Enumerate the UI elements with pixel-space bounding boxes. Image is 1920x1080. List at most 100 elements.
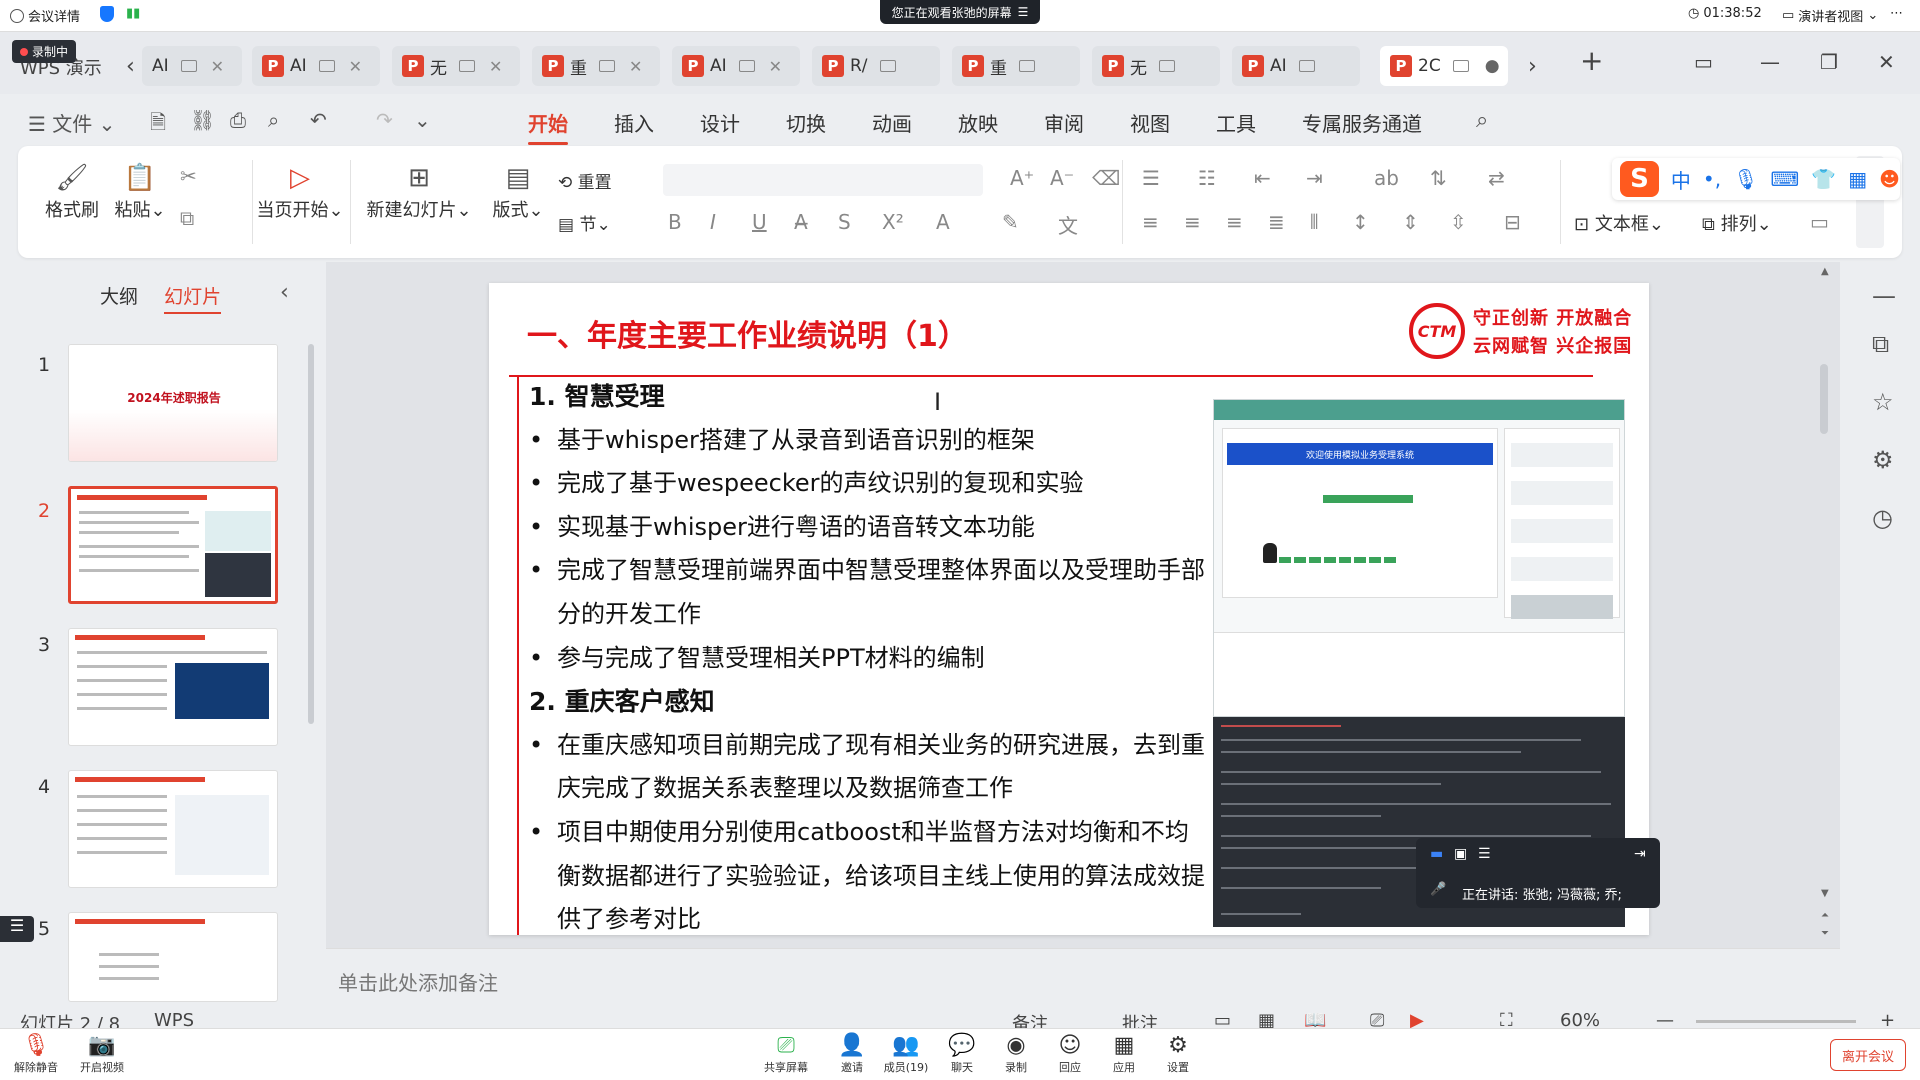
line-spacing-icon[interactable]: ↕ <box>1352 210 1369 234</box>
clear-format-icon[interactable]: ⌫ <box>1092 166 1120 190</box>
zoom-out-icon[interactable]: — <box>1656 1012 1674 1028</box>
previous-slide-icon[interactable]: ⏶ <box>1821 910 1829 921</box>
notes-pane[interactable]: 单击此处添加备注 <box>326 948 1840 1012</box>
doc-tab[interactable]: P AI <box>1232 46 1360 86</box>
unmute-button[interactable]: 🎙 解除静音 <box>6 1033 66 1075</box>
signal-icon[interactable]: ▮▮ <box>126 6 140 21</box>
text-direction-icon[interactable]: ⇳ <box>1450 210 1467 234</box>
copy-icon[interactable]: ⧉ <box>180 206 194 230</box>
more-icon[interactable]: ⋯ <box>1890 6 1903 21</box>
superscript-icon[interactable]: X² <box>882 210 904 234</box>
print-icon[interactable]: ⎙ <box>230 108 246 132</box>
theme-name[interactable]: WPS <box>154 1012 194 1028</box>
list-view-icon[interactable]: ☰ <box>0 916 34 942</box>
scroll-down-icon[interactable]: ▼ <box>1821 888 1829 899</box>
reactions-button[interactable]: ☺ 回应 <box>1040 1033 1100 1075</box>
bullets-icon[interactable]: ☰ <box>1142 166 1160 190</box>
menu-slideshow[interactable]: 放映 <box>958 108 998 137</box>
menu-transitions[interactable]: 切换 <box>786 108 826 137</box>
tab-scroll-left-icon[interactable]: ‹ <box>126 54 135 79</box>
expand-panel-icon[interactable]: ⇥ <box>1634 846 1646 862</box>
chinese-mode-icon[interactable]: 中 <box>1671 165 1691 194</box>
menu-home[interactable]: 开始 <box>528 108 568 145</box>
chat-button[interactable]: 💬 聊天 <box>932 1033 992 1075</box>
paragraph-spacing-icon[interactable]: ⇕ <box>1402 210 1419 234</box>
save-icon[interactable]: 🗎 <box>150 108 166 142</box>
print-preview-icon[interactable]: ⌕ <box>268 108 279 132</box>
menu-design[interactable]: 设计 <box>700 108 740 137</box>
menu-animation[interactable]: 动画 <box>872 108 912 137</box>
minimize-icon[interactable]: — <box>1760 50 1780 74</box>
sharing-banner[interactable]: 您正在观看张弛的屏幕 ☰ <box>880 0 1040 24</box>
scroll-thumb[interactable] <box>1820 364 1828 434</box>
fit-window-icon[interactable]: ⛶ <box>1500 1012 1513 1028</box>
customize-chevron-icon[interactable]: ⌄ <box>414 108 431 132</box>
increase-font-icon[interactable]: A⁺ <box>1010 166 1034 190</box>
close-icon[interactable]: ✕ <box>769 57 782 76</box>
doc-tab[interactable]: P 无 ✕ <box>392 46 520 86</box>
shape-fill-icon[interactable]: ▭ <box>1810 210 1829 234</box>
doc-tab[interactable]: P重 <box>952 46 1080 86</box>
menu-tools[interactable]: 工具 <box>1216 108 1256 137</box>
close-icon[interactable]: ✕ <box>489 57 502 76</box>
zoom-in-icon[interactable]: + <box>1880 1012 1895 1028</box>
slide-thumbnail-3[interactable] <box>68 628 278 746</box>
doc-tab[interactable]: P 重 ✕ <box>532 46 660 86</box>
collapse-panel-icon[interactable]: ‹ <box>280 280 289 305</box>
doc-tab[interactable]: P AI ✕ <box>672 46 800 86</box>
search-icon[interactable]: ⌕ <box>1476 108 1488 133</box>
doc-tab[interactable]: P无 <box>1092 46 1220 86</box>
menu-review[interactable]: 审阅 <box>1044 108 1084 137</box>
zoom-level[interactable]: 60% <box>1560 1012 1600 1028</box>
restore-icon[interactable]: ❐ <box>1820 50 1838 74</box>
slide-body-textbox[interactable]: 1. 智慧受理 基于whisper搭建了从录音到语音识别的框架 完成了基于wes… <box>529 375 1209 935</box>
close-icon[interactable]: ✕ <box>629 57 642 76</box>
presenter-view-button[interactable]: ▭ 演讲者视图 ⌄ <box>1782 6 1878 25</box>
notes-placeholder[interactable]: 单击此处添加备注 <box>338 967 498 996</box>
slide-thumbnail-2[interactable] <box>68 486 278 604</box>
doc-tab[interactable]: P AI ✕ <box>252 46 380 86</box>
invite-button[interactable]: 👤 邀请 <box>822 1033 882 1075</box>
align-text-icon[interactable]: ⊟ <box>1504 210 1521 234</box>
window-icon[interactable]: ▣ <box>1454 846 1467 862</box>
slide-thumbnail-5[interactable] <box>68 912 278 1002</box>
list-icon[interactable]: ☰ <box>1478 846 1491 862</box>
slide-title[interactable]: 一、年度主要工作业绩说明（1） <box>527 311 968 355</box>
star-icon[interactable]: ☆ <box>1872 388 1894 416</box>
menu-view[interactable]: 视图 <box>1130 108 1170 137</box>
undo-icon[interactable]: ↶ <box>310 108 327 132</box>
decrease-indent-icon[interactable]: ⇤ <box>1254 166 1271 190</box>
close-icon[interactable]: ✕ <box>211 57 224 76</box>
font-name-select[interactable] <box>663 164 983 196</box>
decrease-font-icon[interactable]: A⁻ <box>1050 166 1074 190</box>
microphone-icon[interactable]: 🎙 <box>1733 167 1758 191</box>
arrange-button[interactable]: ⧉ 排列⌄ <box>1702 210 1772 236</box>
keyboard-icon[interactable]: ⌨ <box>1770 167 1799 191</box>
play-from-current-button[interactable]: ▷ 当页开始⌄ <box>240 160 360 222</box>
transition-panel-icon[interactable]: ⧉ <box>1872 330 1889 358</box>
align-left-icon[interactable]: ≡ <box>1142 210 1159 234</box>
format-painter-button[interactable]: 🖌 格式刷 <box>42 160 102 222</box>
reset-button[interactable]: ⟲ 重置 <box>558 168 612 193</box>
paste-button[interactable]: 📋 粘贴⌄ <box>110 160 170 222</box>
cut-icon[interactable]: ✂ <box>180 164 197 188</box>
underline-icon[interactable]: U <box>752 210 767 234</box>
text-case-icon[interactable]: ab <box>1374 166 1399 190</box>
highlight-icon[interactable]: ✎ <box>1002 210 1019 234</box>
history-icon[interactable]: ◷ <box>1872 504 1893 532</box>
sorter-view-icon[interactable]: ▦ <box>1258 1012 1275 1028</box>
menu-exclusive-service[interactable]: 专属服务通道 <box>1302 108 1422 137</box>
doc-tab[interactable]: P R/ <box>812 46 940 86</box>
scroll-up-icon[interactable]: ▲ <box>1821 266 1829 277</box>
window-layout-icon[interactable]: ▭ <box>1694 50 1713 74</box>
tab-scroll-right-icon[interactable]: › <box>1528 54 1537 79</box>
new-tab-icon[interactable]: + <box>1580 44 1603 77</box>
textbox-button[interactable]: ⊡ 文本框⌄ <box>1574 210 1664 236</box>
window-close-icon[interactable]: ✕ <box>1878 50 1895 74</box>
tab-slides[interactable]: 幻灯片 <box>164 286 222 314</box>
italic-icon[interactable]: I <box>710 210 716 234</box>
section-button[interactable]: ▤ 节⌄ <box>558 210 611 235</box>
apps-grid-icon[interactable]: ▦ <box>1848 167 1867 191</box>
notes-toggle[interactable]: 备注 <box>1012 1012 1048 1028</box>
file-menu[interactable]: ☰ 文件 ⌄ <box>28 108 115 137</box>
